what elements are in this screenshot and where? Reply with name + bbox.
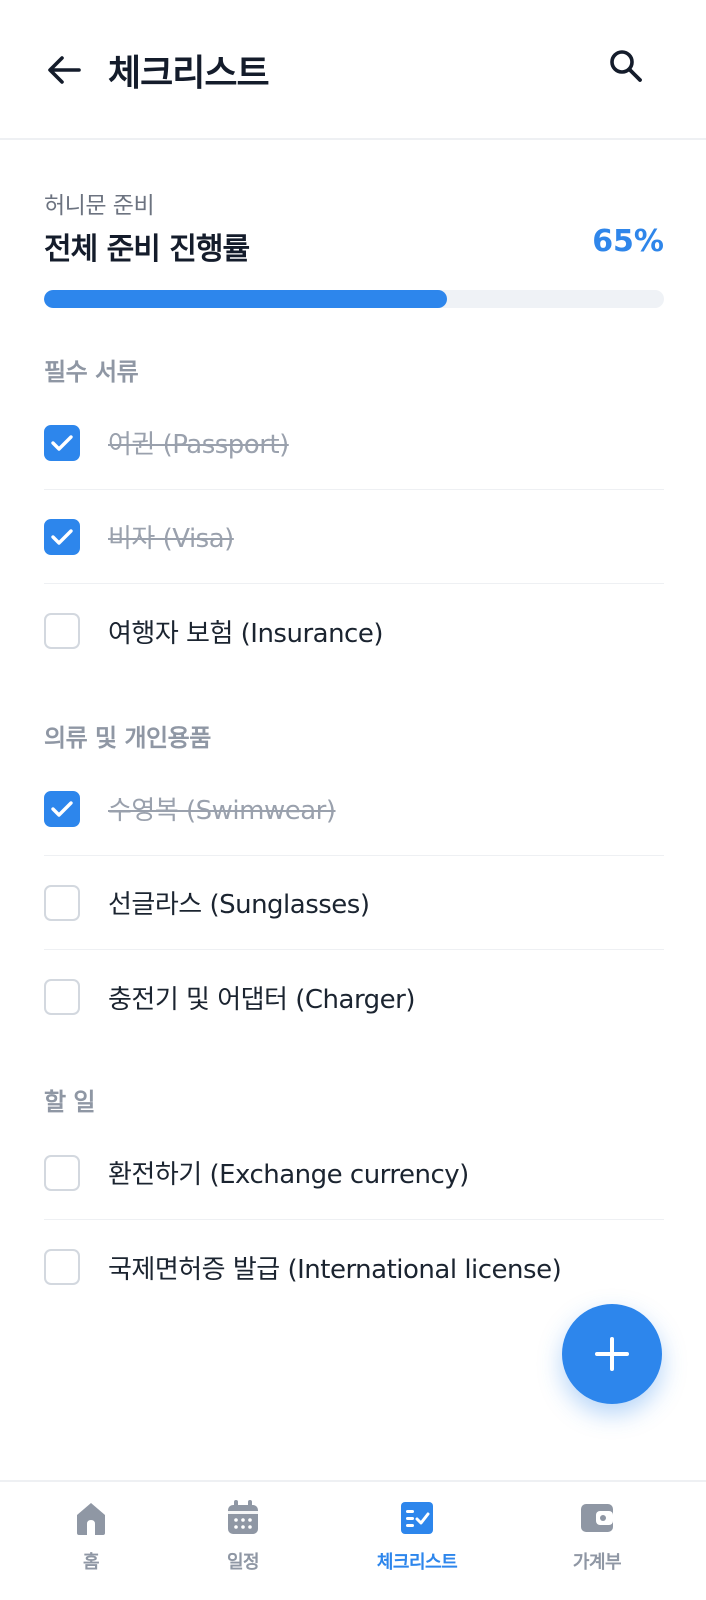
checklist-item[interactable]: 환전하기 (Exchange currency) [44,1126,664,1220]
progress-bar [44,290,664,308]
back-button[interactable] [44,48,84,92]
trip-subtitle: 허니문 준비 [44,193,155,219]
app-header: 체크리스트 [0,0,706,140]
nav-label: 가계부 [572,1552,622,1573]
check-icon [51,528,73,545]
calendar-icon [228,1500,258,1534]
checkbox[interactable] [44,1154,80,1191]
checklist-item-label: 충전기 및 어댑터 (Charger) [108,984,416,1015]
checklist-item-label: 여권 (Passport) [108,430,289,460]
nav-item-home[interactable]: 홈 [21,1494,161,1594]
check-icon [51,800,73,817]
checklist-item-label: 여행자 보험 (Insurance) [108,618,383,649]
nav-label: 체크리스트 [376,1552,458,1573]
add-item-button[interactable] [562,1304,662,1404]
section-label-clothing: 의류 및 개인용품 [44,724,211,752]
checklist-item-label: 비자 (Visa) [108,524,234,554]
nav-item-schedule[interactable]: 일정 [173,1494,313,1594]
page-title: 체크리스트 [108,53,270,94]
checklist-item[interactable]: 국제면허증 발급 (International license) [44,1220,664,1314]
checklist-item[interactable]: 비자 (Visa) [44,490,664,584]
bottom-nav: 홈 일정 체크리스트 가계부 [0,1480,706,1600]
section-label-documents: 필수 서류 [44,358,139,386]
section-label-todo: 할 일 [44,1088,96,1116]
nav-item-checklist[interactable]: 체크리스트 [347,1494,487,1594]
search-icon [610,50,642,82]
home-icon [77,1503,105,1535]
checklist-item[interactable]: 선글라스 (Sunglasses) [44,856,664,950]
checklist-item-label: 수영복 (Swimwear) [108,796,336,826]
check-icon [51,434,73,451]
wallet-icon [581,1504,613,1532]
checklist-item-label: 국제면허증 발급 (International license) [108,1254,562,1285]
checkbox[interactable] [44,790,80,827]
checkbox[interactable] [44,613,80,649]
search-button[interactable] [604,44,648,88]
checklist-item-label: 선글라스 (Sunglasses) [108,890,370,920]
checklist-item[interactable]: 여행자 보험 (Insurance) [44,584,664,678]
checklist-icon [401,1502,433,1534]
checkbox[interactable] [44,1249,80,1285]
progress-percent: 65% [592,224,664,259]
checkbox[interactable] [44,518,80,555]
progress-bar-fill [44,290,447,308]
progress-title: 전체 준비 진행률 [44,232,250,267]
checklist-item-label: 환전하기 (Exchange currency) [108,1160,469,1190]
progress-card: 허니문 준비 전체 준비 진행률 65% [44,186,664,308]
nav-item-budget[interactable]: 가계부 [527,1494,667,1594]
checklist-item[interactable]: 수영복 (Swimwear) [44,762,664,856]
checklist-item[interactable]: 충전기 및 어댑터 (Charger) [44,950,664,1044]
checkbox[interactable] [44,979,80,1015]
plus-icon [595,1337,629,1371]
checkbox[interactable] [44,884,80,921]
checkbox[interactable] [44,424,80,461]
nav-label: 홈 [82,1552,100,1573]
nav-label: 일정 [226,1552,260,1573]
checklist-item[interactable]: 여권 (Passport) [44,396,664,490]
arrow-left-icon [48,56,81,84]
